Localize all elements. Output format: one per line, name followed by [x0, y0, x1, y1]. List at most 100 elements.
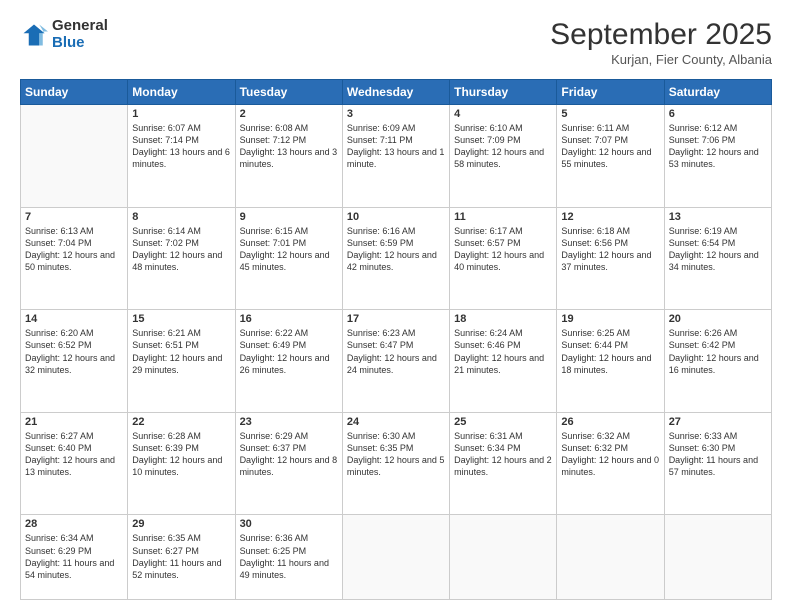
table-row	[342, 515, 449, 600]
header: General Blue September 2025 Kurjan, Fier…	[20, 18, 772, 67]
day-info: Sunrise: 6:35 AM Sunset: 6:27 PM Dayligh…	[132, 532, 230, 581]
day-number: 28	[25, 518, 123, 530]
day-info: Sunrise: 6:14 AM Sunset: 7:02 PM Dayligh…	[132, 225, 230, 274]
table-row: 30Sunrise: 6:36 AM Sunset: 6:25 PM Dayli…	[235, 515, 342, 600]
day-info: Sunrise: 6:26 AM Sunset: 6:42 PM Dayligh…	[669, 327, 767, 376]
table-row: 27 Sunrise: 6:33 AM Sunset: 6:30 PM Dayli…	[664, 412, 771, 515]
table-row: 20 Sunrise: 6:26 AM Sunset: 6:42 PM Dayli…	[664, 310, 771, 413]
table-row	[450, 515, 557, 600]
table-row: 21Sunrise: 6:27 AM Sunset: 6:40 PM Dayli…	[21, 412, 128, 515]
day-number: 23	[240, 416, 338, 428]
day-number: 13	[669, 211, 767, 223]
day-info: Sunrise: 6:16 AM Sunset: 6:59 PM Dayligh…	[347, 225, 445, 274]
table-row: 6 Sunrise: 6:12 AM Sunset: 7:06 PM Daylig…	[664, 105, 771, 208]
col-thursday: Thursday	[450, 80, 557, 105]
table-row: 3Sunrise: 6:09 AM Sunset: 7:11 PM Daylig…	[342, 105, 449, 208]
table-row: 13 Sunrise: 6:19 AM Sunset: 6:54 PM Dayli…	[664, 207, 771, 310]
day-number: 29	[132, 518, 230, 530]
calendar-header-row: Sunday Monday Tuesday Wednesday Thursday…	[21, 80, 772, 105]
day-info: Sunrise: 6:24 AM Sunset: 6:46 PM Dayligh…	[454, 327, 552, 376]
day-number: 20	[669, 313, 767, 325]
col-friday: Friday	[557, 80, 664, 105]
table-row: 4Sunrise: 6:10 AM Sunset: 7:09 PM Daylig…	[450, 105, 557, 208]
day-info: Sunrise: 6:30 AM Sunset: 6:35 PM Dayligh…	[347, 430, 445, 479]
calendar-table: Sunday Monday Tuesday Wednesday Thursday…	[20, 79, 772, 600]
day-number: 4	[454, 108, 552, 120]
day-number: 10	[347, 211, 445, 223]
day-info: Sunrise: 6:32 AM Sunset: 6:32 PM Dayligh…	[561, 430, 659, 479]
day-number: 9	[240, 211, 338, 223]
day-info: Sunrise: 6:34 AM Sunset: 6:29 PM Dayligh…	[25, 532, 123, 581]
table-row	[21, 105, 128, 208]
day-info: Sunrise: 6:09 AM Sunset: 7:11 PM Dayligh…	[347, 122, 445, 171]
day-info: Sunrise: 6:29 AM Sunset: 6:37 PM Dayligh…	[240, 430, 338, 479]
logo-blue-text: Blue	[52, 35, 108, 52]
table-row: 18 Sunrise: 6:24 AM Sunset: 6:46 PM Dayli…	[450, 310, 557, 413]
day-number: 17	[347, 313, 445, 325]
table-row: 22 Sunrise: 6:28 AM Sunset: 6:39 PM Dayli…	[128, 412, 235, 515]
day-info: Sunrise: 6:19 AM Sunset: 6:54 PM Dayligh…	[669, 225, 767, 274]
table-row: 12 Sunrise: 6:18 AM Sunset: 6:56 PM Dayli…	[557, 207, 664, 310]
col-tuesday: Tuesday	[235, 80, 342, 105]
day-info: Sunrise: 6:20 AM Sunset: 6:52 PM Dayligh…	[25, 327, 123, 376]
day-info: Sunrise: 6:08 AM Sunset: 7:12 PM Dayligh…	[240, 122, 338, 171]
table-row: 17 Sunrise: 6:23 AM Sunset: 6:47 PM Dayli…	[342, 310, 449, 413]
table-row: 1Sunrise: 6:07 AM Sunset: 7:14 PM Daylig…	[128, 105, 235, 208]
day-number: 22	[132, 416, 230, 428]
table-row	[557, 515, 664, 600]
logo: General Blue	[20, 18, 108, 51]
day-info: Sunrise: 6:12 AM Sunset: 7:06 PM Dayligh…	[669, 122, 767, 171]
day-number: 26	[561, 416, 659, 428]
day-number: 7	[25, 211, 123, 223]
col-saturday: Saturday	[664, 80, 771, 105]
day-number: 16	[240, 313, 338, 325]
day-info: Sunrise: 6:18 AM Sunset: 6:56 PM Dayligh…	[561, 225, 659, 274]
day-info: Sunrise: 6:25 AM Sunset: 6:44 PM Dayligh…	[561, 327, 659, 376]
table-row: 16 Sunrise: 6:22 AM Sunset: 6:49 PM Dayli…	[235, 310, 342, 413]
day-number: 12	[561, 211, 659, 223]
day-number: 18	[454, 313, 552, 325]
table-row: 8 Sunrise: 6:14 AM Sunset: 7:02 PM Daylig…	[128, 207, 235, 310]
day-info: Sunrise: 6:17 AM Sunset: 6:57 PM Dayligh…	[454, 225, 552, 274]
day-info: Sunrise: 6:23 AM Sunset: 6:47 PM Dayligh…	[347, 327, 445, 376]
table-row: 14 Sunrise: 6:20 AM Sunset: 6:52 PM Dayli…	[21, 310, 128, 413]
day-number: 19	[561, 313, 659, 325]
table-row: 25Sunrise: 6:31 AM Sunset: 6:34 PM Dayli…	[450, 412, 557, 515]
day-number: 1	[132, 108, 230, 120]
table-row: 15Sunrise: 6:21 AM Sunset: 6:51 PM Dayli…	[128, 310, 235, 413]
day-number: 2	[240, 108, 338, 120]
logo-general-text: General	[52, 18, 108, 35]
day-number: 8	[132, 211, 230, 223]
day-info: Sunrise: 6:22 AM Sunset: 6:49 PM Dayligh…	[240, 327, 338, 376]
col-monday: Monday	[128, 80, 235, 105]
day-info: Sunrise: 6:13 AM Sunset: 7:04 PM Dayligh…	[25, 225, 123, 274]
day-info: Sunrise: 6:11 AM Sunset: 7:07 PM Dayligh…	[561, 122, 659, 171]
col-sunday: Sunday	[21, 80, 128, 105]
table-row: 10 Sunrise: 6:16 AM Sunset: 6:59 PM Dayli…	[342, 207, 449, 310]
page: General Blue September 2025 Kurjan, Fier…	[0, 0, 792, 612]
day-number: 6	[669, 108, 767, 120]
day-number: 27	[669, 416, 767, 428]
table-row: 7 Sunrise: 6:13 AM Sunset: 7:04 PM Daylig…	[21, 207, 128, 310]
col-wednesday: Wednesday	[342, 80, 449, 105]
table-row: 28 Sunrise: 6:34 AM Sunset: 6:29 PM Dayli…	[21, 515, 128, 600]
day-number: 11	[454, 211, 552, 223]
table-row: 9Sunrise: 6:15 AM Sunset: 7:01 PM Daylig…	[235, 207, 342, 310]
day-number: 24	[347, 416, 445, 428]
day-number: 21	[25, 416, 123, 428]
table-row: 24 Sunrise: 6:30 AM Sunset: 6:35 PM Dayli…	[342, 412, 449, 515]
logo-icon	[20, 21, 48, 49]
table-row: 23 Sunrise: 6:29 AM Sunset: 6:37 PM Dayli…	[235, 412, 342, 515]
table-row: 5Sunrise: 6:11 AM Sunset: 7:07 PM Daylig…	[557, 105, 664, 208]
day-number: 14	[25, 313, 123, 325]
table-row: 26 Sunrise: 6:32 AM Sunset: 6:32 PM Dayli…	[557, 412, 664, 515]
table-row: 29 Sunrise: 6:35 AM Sunset: 6:27 PM Dayli…	[128, 515, 235, 600]
table-row: 19 Sunrise: 6:25 AM Sunset: 6:44 PM Dayli…	[557, 310, 664, 413]
month-title: September 2025	[550, 18, 772, 52]
table-row	[664, 515, 771, 600]
title-area: September 2025 Kurjan, Fier County, Alba…	[550, 18, 772, 67]
day-info: Sunrise: 6:28 AM Sunset: 6:39 PM Dayligh…	[132, 430, 230, 479]
location-subtitle: Kurjan, Fier County, Albania	[550, 52, 772, 67]
day-info: Sunrise: 6:21 AM Sunset: 6:51 PM Dayligh…	[132, 327, 230, 376]
day-info: Sunrise: 6:33 AM Sunset: 6:30 PM Dayligh…	[669, 430, 767, 479]
